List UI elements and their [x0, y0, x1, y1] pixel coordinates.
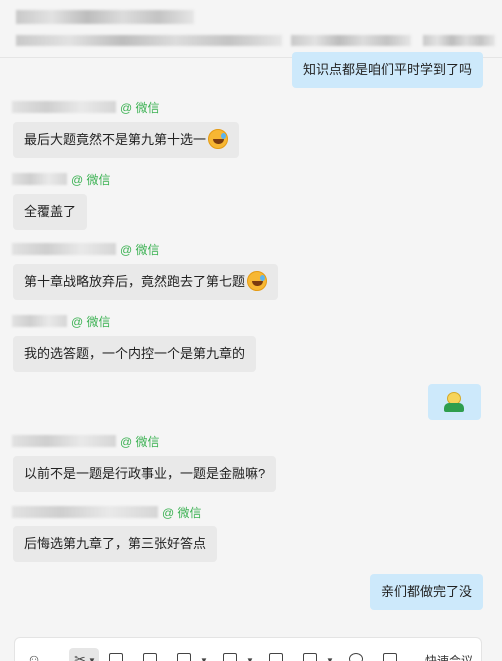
sender-name-redacted — [12, 435, 116, 447]
message-bubble-incoming[interactable]: 全覆盖了 — [13, 194, 88, 230]
message-bubble-outgoing[interactable]: 亲们都做完了没 — [370, 574, 484, 610]
sender-name-redacted — [12, 101, 116, 113]
video-icon[interactable] — [383, 653, 397, 661]
chat-header — [0, 0, 502, 58]
scissors-icon: ✂ — [74, 651, 86, 661]
message-bubble-outgoing[interactable]: 知识点都是咱们平时学到了吗 — [292, 52, 484, 88]
sender-name-redacted — [12, 173, 67, 185]
facepalm-emoji-icon — [208, 129, 229, 149]
screenshot-dropdown-caret-icon[interactable]: ▼ — [88, 656, 96, 661]
chat-info-redacted — [291, 35, 411, 46]
chat-record-icon[interactable] — [349, 653, 363, 661]
schedule-icon[interactable] — [177, 653, 191, 661]
chart-icon[interactable] — [303, 653, 317, 661]
wechat-source-label: @ 微信 — [71, 315, 111, 329]
message-bubble-incoming[interactable]: 后悔选第九章了，第三张好答点 — [13, 526, 218, 562]
wechat-source-label: @ 微信 — [71, 173, 111, 187]
chat-members-redacted — [16, 35, 282, 46]
facepalm-emoji-icon — [247, 271, 268, 291]
emoji-icon[interactable]: ☺ — [25, 650, 43, 661]
message-composer[interactable]: ☺ ✂ ▼ ▼ ▼ ▼ 快速会议 — [14, 637, 482, 661]
message-text: 最后大题竟然不是第九第十选一 — [24, 132, 207, 147]
message-sender: @ 微信 — [12, 505, 202, 521]
wechat-source-label: @ 微信 — [162, 506, 202, 520]
close-doc-icon[interactable] — [269, 653, 283, 661]
message-sender: @ 微信 — [12, 172, 111, 188]
wechat-source-label: @ 微信 — [120, 435, 160, 449]
message-sender: @ 微信 — [12, 434, 160, 450]
chart-dropdown-caret-icon[interactable]: ▼ — [326, 656, 334, 661]
quick-meeting-button[interactable]: 快速会议 — [425, 652, 473, 661]
sender-name-redacted — [12, 243, 116, 255]
message-sender: @ 微信 — [12, 314, 111, 330]
wechat-source-label: @ 微信 — [120, 243, 160, 257]
sender-name-redacted — [12, 506, 158, 518]
message-sender: @ 微信 — [12, 100, 160, 116]
message-sender: @ 微信 — [12, 242, 160, 258]
file-icon[interactable] — [143, 653, 157, 661]
message-bubble-incoming[interactable]: 以前不是一题是行政事业，一题是金融嘛? — [13, 456, 277, 492]
folder-icon[interactable] — [223, 653, 237, 661]
chat-title-redacted — [16, 10, 194, 24]
schedule-dropdown-caret-icon[interactable]: ▼ — [200, 656, 208, 661]
sender-name-redacted — [12, 315, 67, 327]
folder-dropdown-caret-icon[interactable]: ▼ — [246, 656, 254, 661]
message-bubble-incoming[interactable]: 第十章战略放弃后，竟然跑去了第七题 — [13, 264, 279, 300]
message-bubble-incoming[interactable]: 我的选答题，一个内控一个是第九章的 — [13, 336, 257, 372]
sticker-message-outgoing[interactable] — [428, 384, 481, 420]
sticker-body-icon — [444, 403, 464, 412]
message-bubble-incoming[interactable]: 最后大题竟然不是第九第十选一 — [13, 122, 240, 158]
chat-extra-redacted — [423, 35, 495, 46]
wechat-source-label: @ 微信 — [120, 101, 160, 115]
message-text: 第十章战略放弃后，竟然跑去了第七题 — [24, 274, 246, 289]
favorite-icon[interactable] — [109, 653, 123, 661]
